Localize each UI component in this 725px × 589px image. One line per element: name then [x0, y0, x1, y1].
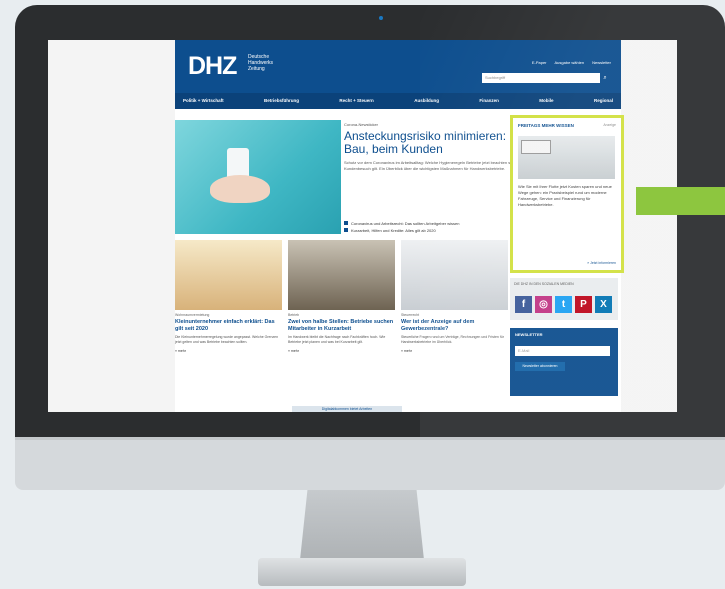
article-card[interactable]: Wohnraumvermietung Kleinunternehmer einf…	[175, 240, 282, 353]
article-text: Die Kleinunternehmerregelung wurde angep…	[175, 335, 279, 344]
article-kicker: Betrieb	[288, 313, 300, 317]
article-title[interactable]: Kleinunternehmer einfach erklärt: Das gi…	[175, 319, 282, 333]
bullet-icon	[344, 228, 348, 232]
screen-glare	[420, 5, 725, 450]
nav-item-politik[interactable]: Politik + Wirtschaft	[183, 93, 224, 109]
bullet-icon	[344, 221, 348, 225]
camera-dot	[379, 16, 383, 20]
article-more-link[interactable]: » mehr	[288, 349, 395, 353]
hero-image[interactable]	[175, 120, 341, 234]
article-text: Im Handwerk bleibt die Nachfrage nach Fa…	[288, 335, 386, 344]
nav-item-betrieb[interactable]: Betriebsführung	[264, 93, 299, 109]
article-title[interactable]: Zwei von halbe Stellen: Betriebe suchen …	[288, 319, 395, 333]
monitor-stand-base	[258, 558, 466, 586]
hero-kicker: Corona-Newsticker	[344, 122, 379, 127]
green-arrow-shape	[636, 187, 725, 215]
article-more-link[interactable]: » mehr	[175, 349, 282, 353]
article-image	[175, 240, 282, 310]
article-image	[288, 240, 395, 310]
ad-banner[interactable]: Digitalabkommen bietet Arbeiten	[292, 406, 402, 412]
monitor-stand-neck	[300, 490, 424, 560]
site-logo[interactable]: DHZ	[188, 52, 237, 81]
monitor-chin	[15, 437, 725, 490]
logo-subtitle: Deutsche Handwerks Zeitung	[248, 54, 274, 72]
article-card[interactable]: Betrieb Zwei von halbe Stellen: Betriebe…	[288, 240, 395, 353]
article-kicker: Wohnraumvermietung	[175, 313, 210, 317]
hand-image	[210, 175, 270, 203]
nav-item-recht[interactable]: Recht + Steuern	[339, 93, 373, 109]
